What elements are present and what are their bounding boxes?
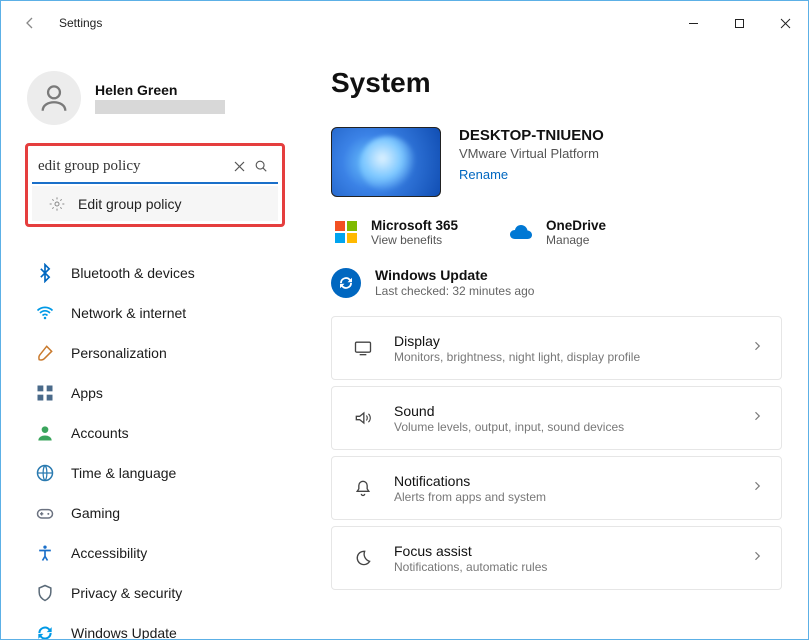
sidebar-item-label: Accounts [71, 425, 129, 441]
search-field[interactable] [32, 150, 278, 184]
access-icon [35, 543, 55, 563]
sidebar-item-bluetooth-devices[interactable]: Bluetooth & devices [25, 255, 285, 291]
x-icon [234, 161, 245, 172]
profile-name: Helen Green [95, 82, 225, 98]
globe-icon [35, 463, 55, 483]
minimize-button[interactable] [670, 7, 716, 39]
brush-icon [35, 343, 55, 363]
sidebar-item-accessibility[interactable]: Accessibility [25, 535, 285, 571]
window-title: Settings [59, 16, 102, 30]
card-focus-assist[interactable]: Focus assistNotifications, automatic rul… [331, 526, 782, 590]
avatar [27, 71, 81, 125]
sound-icon [350, 408, 376, 428]
sidebar-item-apps[interactable]: Apps [25, 375, 285, 411]
cloud-icon [506, 217, 536, 247]
tile-title: Microsoft 365 [371, 218, 458, 233]
profile-email-redacted [95, 100, 225, 114]
profile-block[interactable]: Helen Green [25, 45, 285, 143]
search-icon [254, 159, 268, 173]
maximize-icon [734, 18, 745, 29]
window-controls [670, 7, 808, 39]
search-result-item[interactable]: Edit group policy [32, 186, 278, 221]
sidebar-nav: Bluetooth & devices Network & internet Per… [25, 255, 285, 639]
card-title: Notifications [394, 473, 751, 489]
device-name: DESKTOP-TNIUENO [459, 127, 604, 144]
sidebar-item-privacy-security[interactable]: Privacy & security [25, 575, 285, 611]
update-icon [35, 623, 55, 639]
close-icon [780, 18, 791, 29]
card-title: Sound [394, 403, 751, 419]
card-sound[interactable]: SoundVolume levels, output, input, sound… [331, 386, 782, 450]
card-display[interactable]: DisplayMonitors, brightness, night light… [331, 316, 782, 380]
wifi-icon [35, 303, 55, 323]
rename-link[interactable]: Rename [459, 167, 604, 182]
sidebar-item-label: Bluetooth & devices [71, 265, 195, 281]
sidebar-item-gaming[interactable]: Gaming [25, 495, 285, 531]
card-sub: Alerts from apps and system [394, 490, 751, 504]
chevron-right-icon [751, 409, 763, 427]
apps-icon [35, 383, 55, 403]
chevron-right-icon [751, 479, 763, 497]
shield-icon [35, 583, 55, 603]
sidebar-item-time-language[interactable]: Time & language [25, 455, 285, 491]
arrow-left-icon [22, 15, 38, 31]
sidebar-item-personalization[interactable]: Personalization [25, 335, 285, 371]
moon-icon [350, 548, 376, 568]
minimize-icon [688, 18, 699, 29]
tile-title: OneDrive [546, 218, 606, 233]
display-icon [350, 338, 376, 358]
card-notifications[interactable]: NotificationsAlerts from apps and system [331, 456, 782, 520]
back-button[interactable] [15, 8, 45, 38]
search-input[interactable] [38, 158, 228, 175]
sidebar-item-label: Personalization [71, 345, 167, 361]
sidebar-item-accounts[interactable]: Accounts [25, 415, 285, 451]
bell-icon [350, 478, 376, 498]
tile-ms365[interactable]: Microsoft 365 View benefits [331, 217, 458, 247]
search-highlight-box: Edit group policy [25, 143, 285, 227]
sidebar-item-label: Apps [71, 385, 103, 401]
close-button[interactable] [762, 7, 808, 39]
sidebar-item-windows-update[interactable]: Windows Update [25, 615, 285, 639]
device-row: DESKTOP-TNIUENO VMware Virtual Platform … [331, 127, 782, 197]
device-platform: VMware Virtual Platform [459, 146, 604, 161]
search-clear-button[interactable] [228, 155, 250, 177]
maximize-button[interactable] [716, 7, 762, 39]
microsoft-logo-icon [335, 221, 357, 243]
person-icon [37, 81, 71, 115]
sidebar-item-label: Gaming [71, 505, 120, 521]
sidebar-item-label: Privacy & security [71, 585, 182, 601]
card-sub: Notifications, automatic rules [394, 560, 751, 574]
card-sub: Monitors, brightness, night light, displ… [394, 350, 751, 364]
sidebar-item-label: Accessibility [71, 545, 147, 561]
search-result-label: Edit group policy [78, 196, 182, 212]
chevron-right-icon [751, 549, 763, 567]
tiles-row: Microsoft 365 View benefits OneDrive Man… [331, 217, 782, 247]
sidebar-item-label: Windows Update [71, 625, 177, 639]
gear-icon [48, 195, 66, 213]
card-title: Focus assist [394, 543, 751, 559]
windows-update-row[interactable]: Windows Update Last checked: 32 minutes … [331, 263, 782, 316]
page-title: System [331, 67, 782, 99]
bluetooth-icon [35, 263, 55, 283]
card-title: Display [394, 333, 751, 349]
tile-onedrive[interactable]: OneDrive Manage [506, 217, 606, 247]
main-panel: System DESKTOP-TNIUENO VMware Virtual Pl… [301, 45, 808, 639]
tile-sub[interactable]: Manage [546, 233, 606, 247]
sidebar: Helen Green Edit group policy Bluetooth … [1, 45, 301, 639]
settings-cards: DisplayMonitors, brightness, night light… [331, 316, 782, 590]
tile-sub[interactable]: View benefits [371, 233, 458, 247]
search-submit-button[interactable] [250, 155, 272, 177]
chevron-right-icon [751, 339, 763, 357]
game-icon [35, 503, 55, 523]
sidebar-item-label: Time & language [71, 465, 176, 481]
card-sub: Volume levels, output, input, sound devi… [394, 420, 751, 434]
sidebar-item-network-internet[interactable]: Network & internet [25, 295, 285, 331]
update-sub: Last checked: 32 minutes ago [375, 284, 534, 298]
update-icon [331, 268, 361, 298]
sidebar-item-label: Network & internet [71, 305, 186, 321]
person-icon [35, 423, 55, 443]
update-title: Windows Update [375, 267, 534, 283]
titlebar: Settings [1, 1, 808, 45]
device-thumbnail [331, 127, 441, 197]
